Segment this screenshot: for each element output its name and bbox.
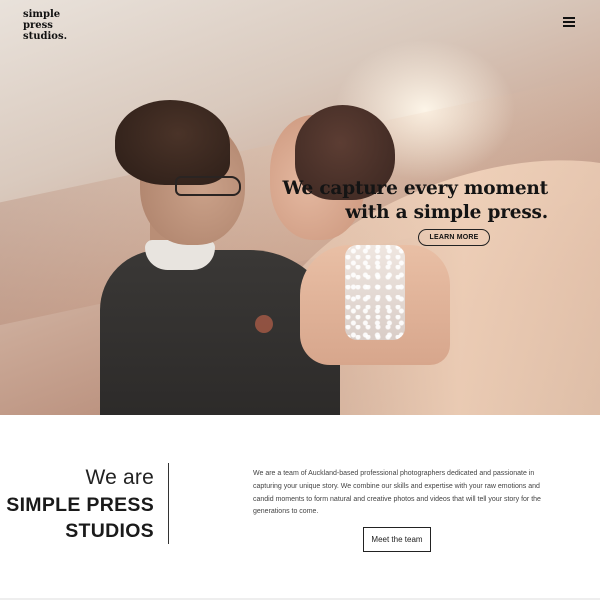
- about-heading-line: SIMPLE PRESS: [6, 494, 154, 516]
- logo-line: simple: [23, 9, 61, 20]
- menu-bar: [563, 21, 575, 23]
- meet-the-team-button[interactable]: Meet the team: [363, 527, 431, 552]
- hamburger-menu-icon[interactable]: [563, 17, 575, 27]
- hero-photo-groom-hair: [115, 100, 230, 185]
- hero-section: simple press studios. We capture every m…: [0, 0, 600, 415]
- about-heading-line: STUDIOS: [65, 520, 154, 542]
- learn-more-button[interactable]: LEARN MORE: [418, 229, 490, 246]
- site-logo[interactable]: simple press studios.: [23, 9, 83, 42]
- logo-line: press: [23, 20, 53, 31]
- hero-title-line: with a simple press.: [345, 202, 548, 223]
- about-heading: SIMPLE PRESS STUDIOS: [0, 492, 154, 544]
- hero-title: We capture every moment with a simple pr…: [218, 177, 548, 225]
- menu-bar: [563, 25, 575, 27]
- logo-line: studios.: [23, 31, 68, 42]
- hero-photo-bride-lace: [345, 245, 405, 340]
- vertical-divider: [168, 463, 169, 544]
- hero-photo-lens-flare: [255, 315, 273, 333]
- menu-bar: [563, 17, 575, 19]
- hero-title-line: We capture every moment: [282, 178, 548, 199]
- about-description: We are a team of Auckland-based professi…: [253, 470, 541, 516]
- about-heading-small: We are: [85, 466, 154, 489]
